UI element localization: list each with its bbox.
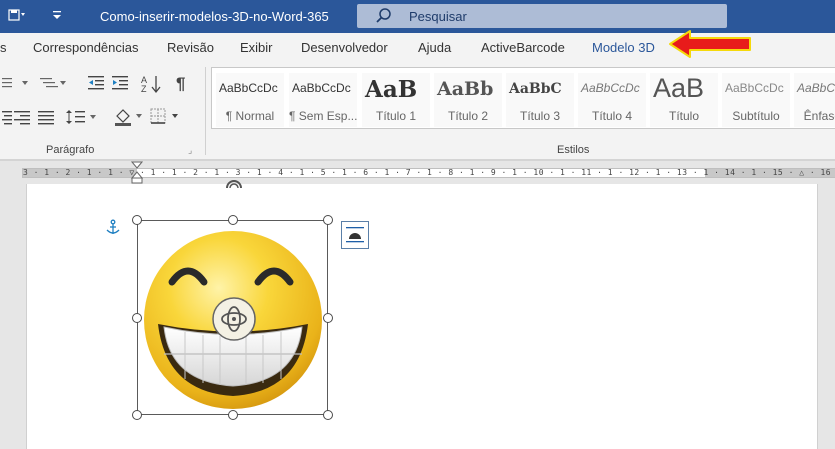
search-placeholder: Pesquisar <box>409 9 467 24</box>
sort-icon[interactable]: AZ <box>141 74 163 97</box>
rotate-handle-icon[interactable] <box>222 176 246 197</box>
numbering-icon[interactable] <box>2 75 30 94</box>
style-titulo-2[interactable]: AaBb Título 2 <box>434 73 502 127</box>
style-titulo[interactable]: AaB Título <box>650 73 718 127</box>
style-normal[interactable]: AaBbCcDc ¶ Normal <box>216 73 284 127</box>
style-sample: AaBbC <box>509 81 562 97</box>
style-name: Título 3 <box>519 109 561 123</box>
resize-handle-right[interactable] <box>323 313 333 323</box>
show-paragraph-marks-icon[interactable]: ¶ <box>176 74 185 94</box>
shading-icon[interactable] <box>114 107 144 130</box>
multilevel-list-icon[interactable] <box>38 75 68 94</box>
style-titulo-3[interactable]: AaBbC Título 3 <box>506 73 574 127</box>
anchor-icon[interactable] <box>105 219 121 240</box>
style-sample: AaBbCcD <box>797 81 835 95</box>
horizontal-ruler[interactable]: 3 · 1 · 2 · 1 · 1 · ▽ · 1 · 1 · 2 · 1 · … <box>0 160 835 184</box>
style-name: Título 4 <box>591 109 633 123</box>
resize-handle-top[interactable] <box>228 215 238 225</box>
resize-handle-top-left[interactable] <box>132 215 142 225</box>
resize-handle-top-right[interactable] <box>323 215 333 225</box>
style-sample: AaBbCcDc <box>219 81 278 95</box>
style-sample: AaBb <box>437 78 494 100</box>
style-name: ¶ Normal <box>225 109 275 123</box>
style-sem-espacamento[interactable]: AaBbCcDc ¶ Sem Esp... <box>289 73 357 127</box>
styles-gallery: AaBbCcDc ¶ Normal AaBbCcDc ¶ Sem Esp... … <box>211 67 835 129</box>
group-divider <box>205 67 206 155</box>
selection-frame <box>137 220 328 415</box>
tab-exibir[interactable]: Exibir <box>240 40 273 55</box>
paragraph-group-label: Parágrafo <box>46 144 95 156</box>
style-subtitulo[interactable]: AaBbCcDc Subtítulo <box>722 73 790 127</box>
style-sample: AaBbCcDc <box>725 81 784 95</box>
paragraph-group: AZ ¶ Parágrafo ⌟ <box>0 63 205 160</box>
style-titulo-4[interactable]: AaBbCcDc Título 4 <box>578 73 646 127</box>
style-titulo-1[interactable]: AaB Título 1 <box>362 73 430 127</box>
paragraph-dialog-launcher-icon[interactable]: ⌟ <box>188 145 192 156</box>
tab-correspondencias[interactable]: Correspondências <box>33 40 139 55</box>
ruler-ticks: 3 · 1 · 2 · 1 · 1 · ▽ · 1 · 1 · 2 · 1 · … <box>23 169 835 177</box>
document-area <box>0 184 835 449</box>
tab-activebarcode[interactable]: ActiveBarcode <box>481 40 565 55</box>
ruler-track: 3 · 1 · 2 · 1 · 1 · ▽ · 1 · 1 · 2 · 1 · … <box>22 168 835 178</box>
style-name: Subtítulo <box>732 109 780 123</box>
svg-text:Z: Z <box>141 84 147 94</box>
quick-access-save-icon[interactable] <box>8 8 28 25</box>
style-name: Título 2 <box>447 109 489 123</box>
tab-partial[interactable]: s <box>0 40 7 55</box>
style-sample: AaBbCcDc <box>581 81 640 95</box>
style-sample: AaBbCcDc <box>292 81 351 95</box>
tab-desenvolvedor[interactable]: Desenvolvedor <box>301 40 388 55</box>
red-arrow-annotation <box>668 28 754 65</box>
search-icon <box>375 7 393 30</box>
tab-revisao[interactable]: Revisão <box>167 40 214 55</box>
resize-handle-left[interactable] <box>132 313 142 323</box>
resize-handle-bottom-left[interactable] <box>132 410 142 420</box>
customize-quick-access-icon[interactable] <box>52 8 62 25</box>
style-sample: AaB <box>365 76 418 103</box>
layout-options-icon <box>345 225 365 250</box>
style-enfase-sutil[interactable]: AaBbCcD Ênfase S <box>794 73 835 127</box>
tab-modelo-3d[interactable]: Modelo 3D <box>592 40 655 55</box>
align-right-icon[interactable] <box>14 109 30 128</box>
styles-group-label: Estilos <box>557 144 590 156</box>
style-sample: AaB <box>653 73 705 103</box>
ribbon: AZ ¶ Parágrafo ⌟ AaBbCcDc ¶ Normal AaBbC… <box>0 63 835 160</box>
align-center-icon[interactable] <box>2 109 12 128</box>
tab-ajuda[interactable]: Ajuda <box>418 40 451 55</box>
style-name: Ênfase S <box>803 109 835 123</box>
resize-handle-bottom[interactable] <box>228 410 238 420</box>
document-title: Como-inserir-modelos-3D-no-Word-365 <box>100 9 329 24</box>
style-name: ¶ Sem Esp... <box>289 109 357 123</box>
style-name: Título <box>668 109 699 123</box>
decrease-indent-icon[interactable] <box>88 75 104 94</box>
style-name: Título 1 <box>375 109 417 123</box>
line-spacing-icon[interactable] <box>66 109 98 128</box>
justify-icon[interactable] <box>38 109 54 128</box>
layout-options-button[interactable] <box>341 221 369 249</box>
borders-icon[interactable] <box>150 108 182 129</box>
search-input[interactable]: Pesquisar <box>357 4 727 28</box>
resize-handle-bottom-right[interactable] <box>323 410 333 420</box>
increase-indent-icon[interactable] <box>112 75 128 94</box>
